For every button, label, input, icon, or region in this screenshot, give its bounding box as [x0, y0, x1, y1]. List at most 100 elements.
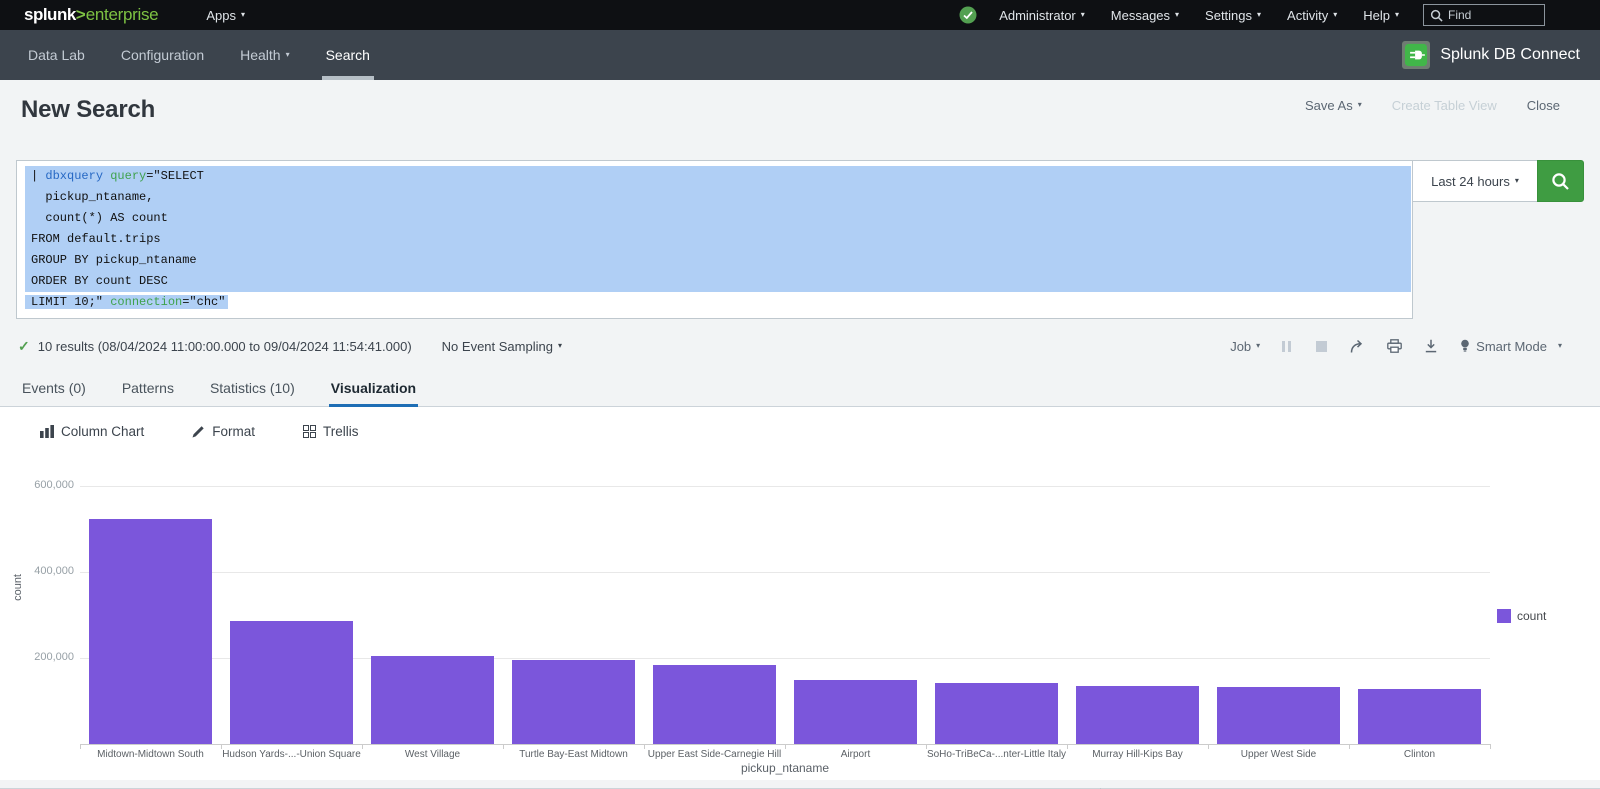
create-table-view-button[interactable]: Create Table View: [1392, 98, 1497, 113]
results-summary: 10 results (08/04/2024 11:00:00.000 to 0…: [38, 339, 412, 354]
bar-soho-tribeca-nter-little-italy[interactable]: [935, 683, 1058, 744]
tab-statistics-10[interactable]: Statistics (10): [208, 369, 297, 406]
menu-label: Settings: [1205, 8, 1252, 23]
menu-settings[interactable]: Settings▾: [1205, 8, 1261, 23]
query-line: | dbxquery query="SELECT: [25, 166, 1411, 187]
job-label: Job: [1230, 339, 1251, 354]
y-axis-title: count: [12, 574, 24, 601]
event-sampling-label: No Event Sampling: [442, 339, 553, 354]
print-button[interactable]: [1387, 339, 1402, 353]
results-tabs: Events (0) Patterns Statistics (10) Visuali…: [0, 369, 1600, 407]
query-line: count(*) AS count: [25, 208, 1411, 229]
y-axis-tick-label: 200,000: [0, 651, 74, 663]
x-axis-tick: [221, 744, 222, 749]
chevron-down-icon: ▾: [286, 50, 290, 59]
nav-search[interactable]: Search: [322, 30, 374, 80]
x-axis-category-label: Upper East Side-Carnegie Hill: [644, 749, 785, 760]
logo-product-text: enterprise: [86, 5, 159, 25]
export-button[interactable]: [1424, 339, 1438, 353]
bar-clinton[interactable]: [1358, 689, 1481, 744]
print-icon: [1387, 339, 1402, 353]
search-button[interactable]: [1537, 160, 1584, 202]
bar-airport[interactable]: [794, 680, 917, 744]
menu-help[interactable]: Help▾: [1363, 8, 1399, 23]
nav-configuration[interactable]: Configuration: [117, 30, 208, 80]
x-axis-tick: [80, 744, 81, 749]
menu-label: Activity: [1287, 8, 1328, 23]
x-axis-tick: [1490, 744, 1491, 749]
bar-turtle-bay-east-midtown[interactable]: [512, 660, 635, 744]
splunk-logo[interactable]: splunk>enterprise: [24, 5, 158, 25]
format-button[interactable]: Format: [192, 424, 255, 439]
search-bar: | dbxquery query="SELECT pickup_ntaname,…: [16, 160, 1584, 319]
menu-label: Messages: [1111, 8, 1170, 23]
bar-midtown-midtown-south[interactable]: [89, 519, 212, 744]
menu-messages[interactable]: Messages ▾: [1111, 8, 1179, 23]
app-identity[interactable]: Splunk DB Connect: [1402, 41, 1580, 69]
column-chart-icon: [40, 425, 54, 438]
chevron-down-icon: ▾: [1175, 10, 1179, 19]
search-icon: [1551, 172, 1570, 191]
bar-upper-east-side-carnegie-hill[interactable]: [653, 665, 776, 744]
x-axis-category-label: Midtown-Midtown South: [80, 749, 221, 760]
chevron-down-icon: ▾: [241, 10, 245, 19]
menu-apps[interactable]: Apps ▾: [206, 8, 245, 23]
query-selection: LIMIT 10;" connection="chc": [25, 295, 228, 309]
results-bar: ✓ 10 results (08/04/2024 11:00:00.000 to…: [18, 329, 1600, 363]
bar-upper-west-side[interactable]: [1217, 687, 1340, 744]
event-sampling-menu[interactable]: No Event Sampling ▾: [442, 339, 562, 354]
health-status-ok-icon[interactable]: [959, 6, 977, 24]
bar-hudson-yards-union-square[interactable]: [230, 621, 353, 744]
trellis-button[interactable]: Trellis: [303, 424, 359, 439]
chevron-down-icon: ▾: [1515, 176, 1519, 185]
bar-west-village[interactable]: [371, 656, 494, 744]
time-range-label: Last 24 hours: [1431, 174, 1510, 189]
x-axis-tick: [785, 744, 786, 749]
tab-visualization[interactable]: Visualization: [329, 369, 418, 406]
x-axis-category-label: Clinton: [1349, 749, 1490, 760]
chevron-down-icon: ▾: [1558, 341, 1562, 350]
appbar: Data Lab Configuration Health▾ Search Splun…: [0, 30, 1600, 80]
chart-legend[interactable]: count: [1497, 609, 1546, 623]
nav-data-lab[interactable]: Data Lab: [24, 30, 89, 80]
menu-apps-label: Apps: [206, 8, 236, 23]
create-table-view-label: Create Table View: [1392, 98, 1497, 113]
save-as-label: Save As: [1305, 98, 1353, 113]
nav-health[interactable]: Health▾: [236, 30, 293, 80]
column-chart: count pickup_ntaname count 200,000400,00…: [0, 462, 1600, 780]
menu-activity[interactable]: Activity▾: [1287, 8, 1337, 23]
search-query-input[interactable]: | dbxquery query="SELECT pickup_ntaname,…: [16, 160, 1413, 319]
close-label: Close: [1527, 98, 1560, 113]
job-menu[interactable]: Job ▾: [1230, 339, 1260, 354]
x-axis-category-label: SoHo-TriBeCa-...nter-Little Italy: [926, 749, 1067, 760]
bar-murray-hill-kips-bay[interactable]: [1076, 686, 1199, 744]
find-input[interactable]: [1448, 8, 1538, 22]
trellis-label: Trellis: [323, 424, 359, 439]
save-as-button[interactable]: Save As ▾: [1305, 98, 1362, 113]
success-check-icon: ✓: [18, 338, 30, 355]
find-box[interactable]: [1423, 4, 1545, 26]
search-icon: [1430, 9, 1443, 22]
query-line: LIMIT 10;" connection="chc": [25, 292, 1411, 313]
tab-patterns[interactable]: Patterns: [120, 369, 176, 406]
tab-events-0[interactable]: Events (0): [20, 369, 88, 406]
close-button[interactable]: Close: [1527, 98, 1560, 113]
time-range-picker[interactable]: Last 24 hours ▾: [1412, 160, 1538, 202]
x-axis-tick: [926, 744, 927, 749]
chevron-down-icon: ▾: [558, 341, 562, 350]
x-axis-category-label: Airport: [785, 749, 926, 760]
stop-button[interactable]: [1316, 341, 1327, 352]
menu-administrator[interactable]: Administrator▾: [999, 8, 1085, 23]
x-axis-category-label: Turtle Bay-East Midtown: [503, 749, 644, 760]
app-name: Splunk DB Connect: [1440, 46, 1580, 64]
chevron-down-icon: ▾: [1081, 10, 1085, 19]
logo-gt-text: >: [76, 5, 86, 25]
pause-button[interactable]: [1282, 341, 1294, 352]
nav-label: Data Lab: [28, 47, 85, 63]
search-mode-menu[interactable]: Smart Mode ▾: [1460, 339, 1562, 354]
share-button[interactable]: [1349, 339, 1365, 354]
logo-splunk-text: splunk: [24, 5, 76, 25]
query-line: pickup_ntaname,: [25, 187, 1411, 208]
chart-type-button[interactable]: Column Chart: [40, 424, 144, 439]
x-axis-tick: [1349, 744, 1350, 749]
